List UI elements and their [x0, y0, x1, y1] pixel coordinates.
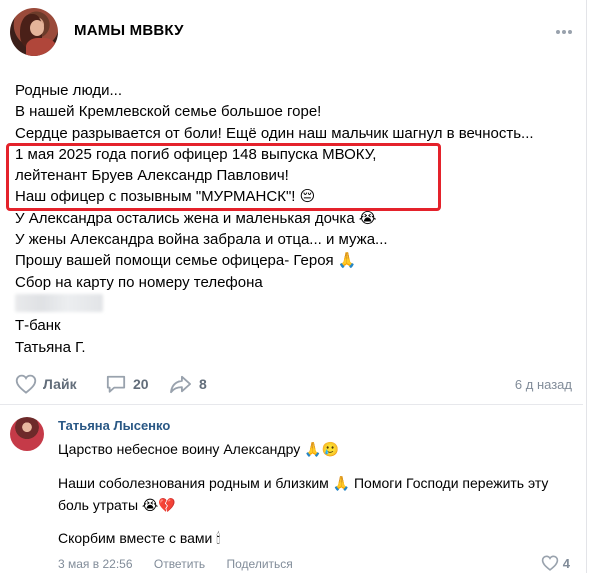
heart-icon	[15, 374, 37, 394]
comment-like-button[interactable]: 4	[541, 555, 570, 571]
post-line: Сердце разрывается от боли! Ещё один наш…	[15, 124, 534, 142]
post-line: Татьяна Г.	[15, 338, 86, 356]
post-line: 1 мая 2025 года погиб офицер 148 выпуска…	[15, 145, 377, 163]
group-name[interactable]: МАМЫ МВВКУ	[74, 22, 184, 39]
more-options-icon[interactable]	[554, 24, 574, 40]
like-button[interactable]: Лайк	[15, 374, 77, 394]
comment-line: Скорбим вместе с вами 🕯	[58, 530, 221, 546]
post-line: У Александра остались жена и маленькая д…	[15, 209, 377, 227]
post-line: Сбор на карту по номеру телефона	[15, 273, 263, 291]
reply-link[interactable]: Ответить	[154, 557, 205, 571]
share-button[interactable]: 8	[169, 374, 207, 394]
post-line: В нашей Кремлевской семье большое горе!	[15, 103, 322, 121]
share-link[interactable]: Поделиться	[227, 557, 293, 571]
comment-author[interactable]: Татьяна Лысенко	[58, 418, 170, 433]
comment-icon	[106, 375, 126, 393]
post-card: МАМЫ МВВКУ Родные люди... В нашей Кремле…	[0, 0, 587, 573]
comment-button[interactable]: 20	[105, 374, 149, 394]
divider	[0, 404, 583, 405]
comment-date[interactable]: 3 мая в 22:56	[58, 557, 133, 571]
comment-text: Царство небесное воину Александру 🙏🥲 Наш…	[58, 438, 578, 549]
comment-footer: 3 мая в 22:56 Ответить Поделиться	[58, 557, 311, 571]
comment-line: боль утраты 😭💔	[58, 496, 176, 513]
comment-likes-count: 4	[562, 555, 570, 571]
post-line: лейтенант Бруев Александр Павлович!	[15, 167, 289, 185]
post-line: Родные люди...	[15, 82, 122, 99]
post-line: Т-банк	[15, 317, 61, 335]
like-label: Лайк	[43, 376, 77, 392]
blurred-phone-number	[15, 293, 575, 315]
group-avatar[interactable]	[10, 8, 58, 56]
post-line: Наш офицер с позывным "МУРМАНСК"! 😔	[15, 188, 316, 206]
comment-line: Наши соболезнования родным и близким 🙏 П…	[58, 474, 549, 491]
post-time[interactable]: 6 д назад	[515, 377, 572, 392]
post-line: У жены Александра война забрала и отца..…	[15, 231, 388, 249]
comments-count: 20	[133, 376, 149, 392]
heart-icon	[541, 555, 558, 571]
comment-line: Царство небесное воину Александру 🙏🥲	[58, 441, 339, 457]
comment-author-avatar[interactable]	[10, 417, 44, 451]
share-icon	[170, 375, 191, 394]
post-line: Прошу вашей помощи семье офицера- Героя …	[15, 252, 357, 270]
post-text: Родные люди... В нашей Кремлевской семье…	[15, 80, 575, 358]
post-header: МАМЫ МВВКУ	[10, 8, 576, 56]
shares-count: 8	[199, 376, 207, 392]
post-actions: Лайк 20 8 6 д назад	[15, 372, 572, 398]
